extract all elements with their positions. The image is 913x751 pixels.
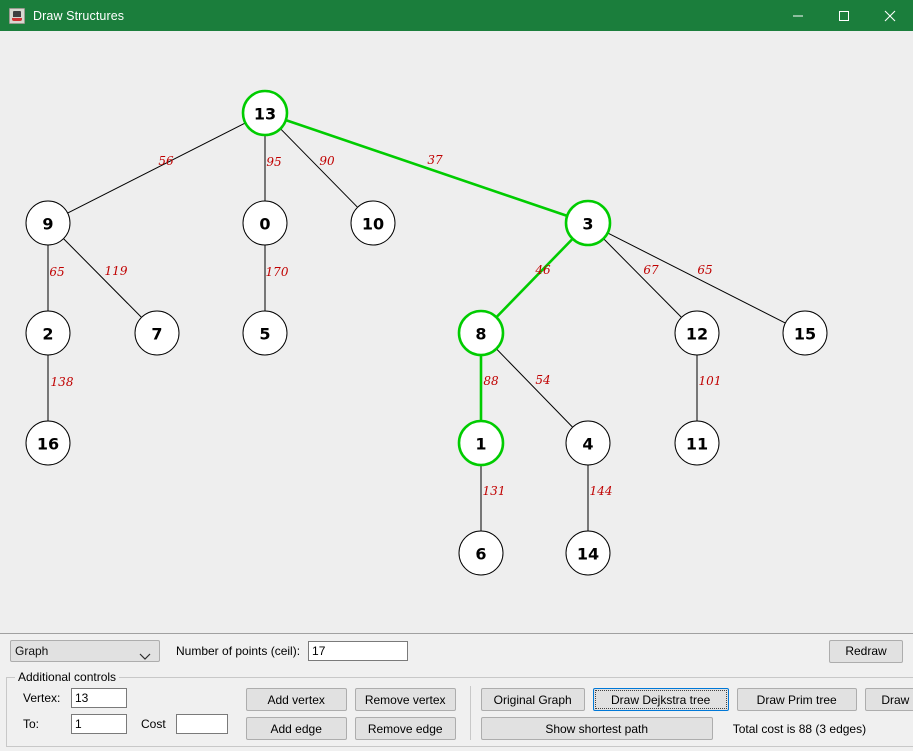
graph-node[interactable]: 16 <box>25 420 71 466</box>
graph-node[interactable]: 11 <box>674 420 720 466</box>
points-label: Number of points (ceil): <box>176 644 301 658</box>
edge-weight-label: 101 <box>699 374 722 388</box>
graph-node[interactable]: 5 <box>242 310 288 356</box>
node-label: 9 <box>42 215 53 234</box>
vertex-field-row: Vertex: <box>13 688 228 708</box>
vertex-label: Vertex: <box>23 691 61 705</box>
edge-weight-label: 138 <box>51 375 74 389</box>
structure-select-wrapper: Graph <box>10 640 160 662</box>
edge-weight-label: 46 <box>534 263 551 277</box>
edge-weight-label: 67 <box>643 263 659 277</box>
graph-node[interactable]: 12 <box>674 310 720 356</box>
graph-node[interactable]: 2 <box>25 310 71 356</box>
to-label: To: <box>23 717 40 731</box>
node-label: 8 <box>475 325 486 344</box>
controls-panel: Graph Number of points (ceil): Redraw Ad… <box>0 634 913 751</box>
node-label: 3 <box>582 215 593 234</box>
graph-edge <box>285 118 568 218</box>
edge-weight-label: 65 <box>49 265 64 279</box>
window-title: Draw Structures <box>33 8 125 23</box>
total-cost-status: Total cost is 88 (3 edges) <box>732 721 867 736</box>
graph-node[interactable]: 15 <box>782 310 828 356</box>
application-window: Draw Structures 56 95 90 37 65 119 170 46 67 65 13… <box>0 0 913 751</box>
graph-node[interactable]: 10 <box>350 200 396 246</box>
add-vertex-button[interactable]: Add vertex <box>245 688 347 711</box>
edge-weight-label: 37 <box>427 153 443 167</box>
java-app-icon <box>9 7 25 24</box>
node-label: 10 <box>362 215 384 234</box>
title-bar: Draw Structures <box>0 0 913 31</box>
graph-drawing: 56 95 90 3765 119 170 46 67 65138 88 54 101131 144 1… <box>25 89 828 576</box>
window-controls <box>775 0 913 31</box>
edge-fields: Vertex: To: Cost <box>13 686 228 734</box>
maximize-button[interactable] <box>821 0 867 31</box>
edge-weight-label: 54 <box>535 373 550 387</box>
edge-weight-label: 88 <box>483 374 499 388</box>
graph-node[interactable]: 13 <box>241 89 289 137</box>
graph-edge <box>495 348 574 428</box>
node-label: 7 <box>151 325 162 344</box>
vertex-input[interactable] <box>71 688 127 708</box>
redraw-button[interactable]: Redraw <box>829 639 903 663</box>
graph-node[interactable]: 0 <box>242 200 288 246</box>
node-label: 16 <box>37 435 59 454</box>
graph-node[interactable]: 1 <box>457 419 505 467</box>
edge-weight-label: 95 <box>266 155 281 169</box>
node-label: 4 <box>582 435 593 454</box>
graph-node[interactable]: 9 <box>25 200 71 246</box>
graph-edge <box>63 238 142 318</box>
graph-edge <box>607 232 786 324</box>
node-label: 14 <box>577 545 599 564</box>
graph-node[interactable]: 8 <box>457 309 505 357</box>
to-input[interactable] <box>71 714 127 734</box>
edge-weight-label: 119 <box>105 264 128 278</box>
edge-weight-label: 56 <box>158 154 174 168</box>
edge-weight-label: 170 <box>266 265 289 279</box>
edge-weight-label: 131 <box>483 484 506 498</box>
add-edge-button[interactable]: Add edge <box>245 717 347 740</box>
remove-vertex-button[interactable]: Remove vertex <box>354 688 456 711</box>
node-label: 0 <box>259 215 270 234</box>
points-input[interactable] <box>308 641 409 661</box>
graph-node[interactable]: 7 <box>134 310 180 356</box>
node-label: 15 <box>794 325 816 344</box>
cost-input[interactable] <box>175 714 228 734</box>
graph-edge <box>495 237 574 319</box>
minimize-button[interactable] <box>775 0 821 31</box>
node-label: 12 <box>686 325 708 344</box>
toolbar-row: Graph Number of points (ceil): Redraw <box>0 634 913 668</box>
remove-edge-button[interactable]: Remove edge <box>354 717 456 740</box>
structure-select[interactable]: Graph <box>10 640 160 662</box>
node-label: 1 <box>475 435 486 454</box>
graph-node[interactable]: 3 <box>564 199 612 247</box>
additional-controls-group: Additional controls Vertex: To: Cost <box>6 670 913 747</box>
show-shortest-path-button[interactable]: Show shortest path <box>480 717 713 740</box>
cost-label: Cost <box>141 717 166 731</box>
vertical-divider <box>469 686 471 740</box>
edge-weight-label: 65 <box>697 263 712 277</box>
graph-node[interactable]: 6 <box>458 530 504 576</box>
original-graph-button[interactable]: Original Graph <box>480 688 585 711</box>
to-cost-field-row: To: Cost <box>13 714 228 734</box>
graph-edge <box>67 122 246 214</box>
edge-weight-label: 90 <box>319 154 335 168</box>
node-label: 2 <box>42 325 53 344</box>
node-label: 11 <box>686 435 708 454</box>
draw-bfs-tree-button[interactable]: Draw BFS tree <box>864 688 913 711</box>
graph-node[interactable]: 4 <box>565 420 611 466</box>
graph-canvas[interactable]: 56 95 90 37 65 119 170 46 67 65 138 88 54 101 131 144 1… <box>0 31 913 634</box>
group-legend: Additional controls <box>18 670 117 684</box>
vertex-edge-buttons: Add vertex Remove vertex Add edge Remove… <box>228 686 456 740</box>
close-button[interactable] <box>867 0 913 31</box>
node-label: 6 <box>475 545 486 564</box>
graph-node[interactable]: 14 <box>565 530 611 576</box>
node-label: 5 <box>259 325 270 344</box>
draw-prim-tree-button[interactable]: Draw Prim tree <box>736 688 857 711</box>
edge-weight-label: 144 <box>590 484 613 498</box>
draw-dejkstra-tree-button[interactable]: Draw Dejkstra tree <box>592 688 729 711</box>
node-label: 13 <box>254 105 276 124</box>
algorithm-buttons: Original Graph Draw Dejkstra tree Draw P… <box>480 686 913 740</box>
